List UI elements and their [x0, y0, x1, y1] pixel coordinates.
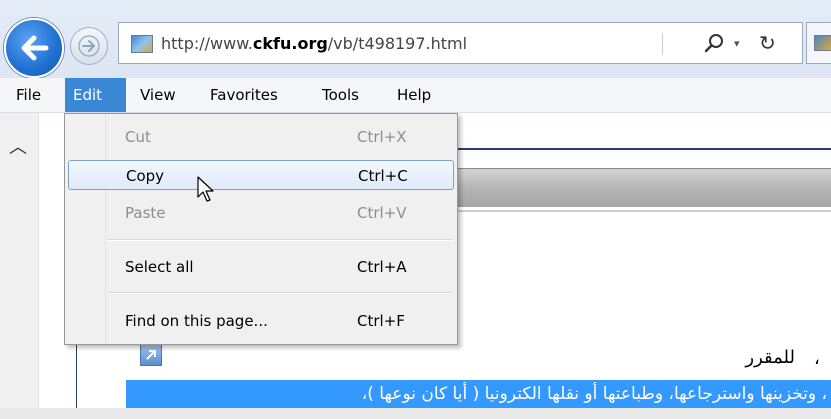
menu-help[interactable]: Help	[389, 78, 439, 112]
menu-item-label: Paste	[125, 204, 166, 222]
address-bar[interactable]: http://www.ckfu.org/vb/t498197.html ▾ ↻	[118, 22, 803, 64]
menu-separator	[107, 292, 453, 294]
menu-separator	[107, 239, 453, 241]
menu-view[interactable]: View	[132, 78, 184, 112]
arabic-heading-text: للمقرر	[745, 347, 795, 368]
search-dropdown-icon[interactable]: ▾	[734, 37, 740, 50]
site-favicon-icon	[131, 35, 153, 53]
text-mark: ،	[814, 348, 820, 369]
browser-toolbar: http://www.ckfu.org/vb/t498197.html ▾ ↻	[0, 0, 831, 78]
menu-edit[interactable]: Edit	[65, 78, 126, 112]
selected-arabic-text[interactable]: ، وتخزينها واسترجاعها، وطباعتها أو نقلها…	[126, 380, 831, 408]
menu-item-shortcut: Ctrl+X	[357, 128, 407, 146]
menu-favorites[interactable]: Favorites	[202, 78, 286, 112]
menu-item-copy[interactable]: Copy Ctrl+C	[68, 160, 454, 190]
address-separator	[662, 33, 663, 55]
menu-item-select-all[interactable]: Select all Ctrl+A	[68, 252, 454, 282]
search-icon[interactable]	[704, 32, 726, 54]
refresh-icon[interactable]: ↻	[759, 31, 776, 55]
menu-item-find[interactable]: Find on this page... Ctrl+F	[68, 306, 454, 336]
back-button[interactable]	[4, 18, 64, 78]
collapse-chevron-icon[interactable]: ︿	[9, 133, 27, 159]
menu-file[interactable]: File	[8, 78, 49, 112]
menu-item-shortcut: Ctrl+V	[357, 204, 407, 222]
menu-item-label: Select all	[125, 258, 194, 276]
bottom-strip	[0, 408, 831, 419]
menu-item-paste[interactable]: Paste Ctrl+V	[68, 198, 454, 228]
menu-item-label: Copy	[126, 167, 165, 185]
back-arrow-icon	[21, 35, 49, 61]
menu-item-cut[interactable]: Cut Ctrl+X	[68, 122, 454, 152]
menu-item-shortcut: Ctrl+A	[357, 258, 407, 276]
menu-item-shortcut: Ctrl+C	[358, 167, 408, 185]
tab-partial[interactable]	[806, 22, 831, 64]
menu-item-label: Cut	[125, 128, 151, 146]
menu-item-shortcut: Ctrl+F	[357, 312, 405, 330]
url-text[interactable]: http://www.ckfu.org/vb/t498197.html	[161, 34, 467, 53]
forward-arrow-icon	[78, 35, 100, 57]
tab-favicon-icon	[814, 35, 831, 51]
menu-tools[interactable]: Tools	[314, 78, 367, 112]
menu-bar: File Edit View Favorites Tools Help	[0, 78, 831, 113]
forward-button[interactable]	[70, 27, 108, 65]
left-gutter: ︿	[0, 113, 39, 419]
menu-item-label: Find on this page...	[125, 312, 268, 330]
external-link-icon[interactable]	[140, 344, 162, 366]
mouse-cursor-icon	[197, 176, 214, 202]
edit-dropdown-menu: Cut Ctrl+X Copy Ctrl+C Paste Ctrl+V Sele…	[64, 113, 458, 345]
